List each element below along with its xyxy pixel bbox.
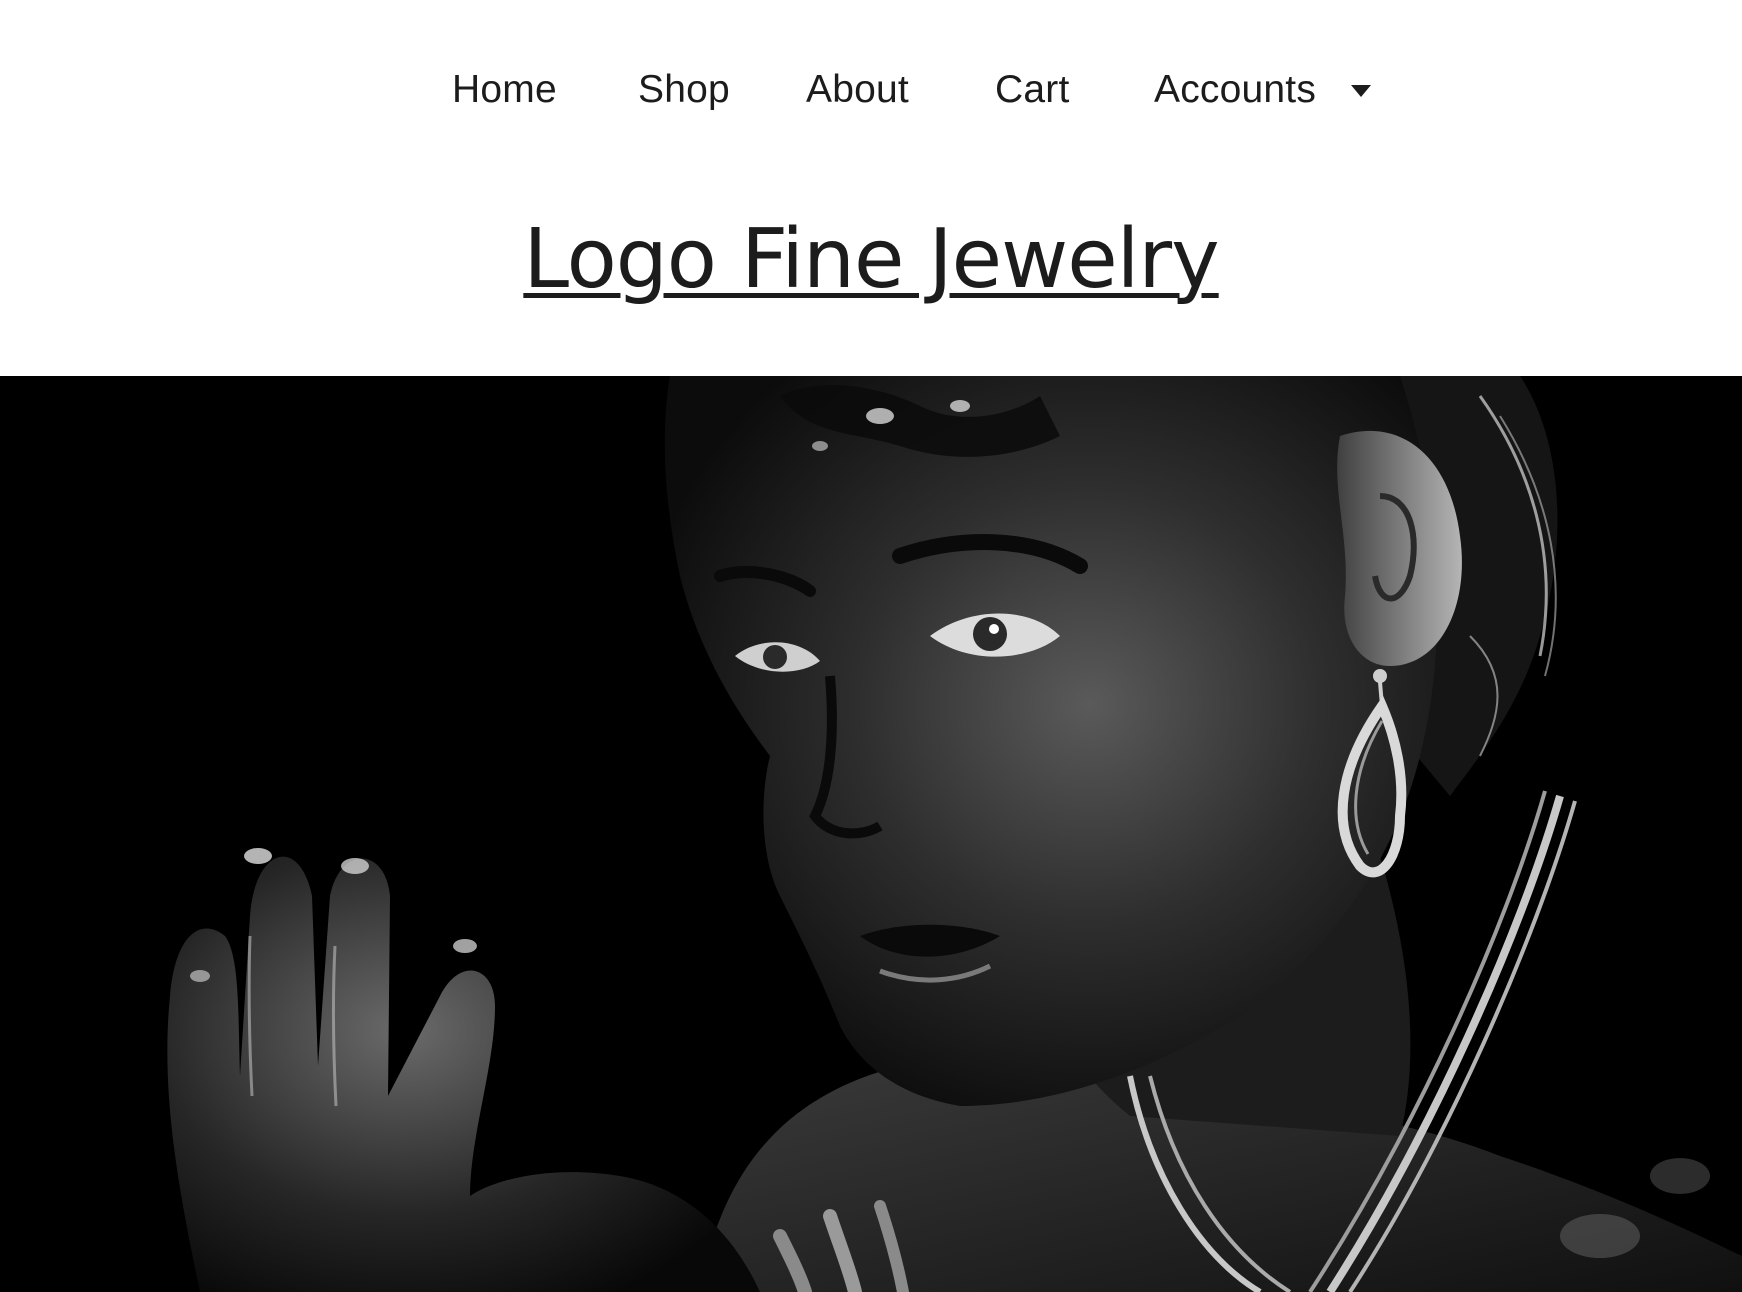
caret-down-icon[interactable] <box>1350 84 1372 98</box>
main-navigation: Home Shop About Cart Accounts <box>0 0 1742 180</box>
nav-link-cart[interactable]: Cart <box>995 60 1069 120</box>
logo-link[interactable]: Logo Fine Jewelry <box>523 205 1219 315</box>
hero-photo-illustration <box>0 376 1742 1292</box>
nav-link-home[interactable]: Home <box>452 60 557 120</box>
nav-link-about[interactable]: About <box>806 60 909 120</box>
hero-image <box>0 376 1742 1292</box>
site-logo: Logo Fine Jewelry <box>0 205 1742 325</box>
nav-link-accounts[interactable]: Accounts <box>1154 60 1316 120</box>
nav-link-shop[interactable]: Shop <box>638 60 730 120</box>
